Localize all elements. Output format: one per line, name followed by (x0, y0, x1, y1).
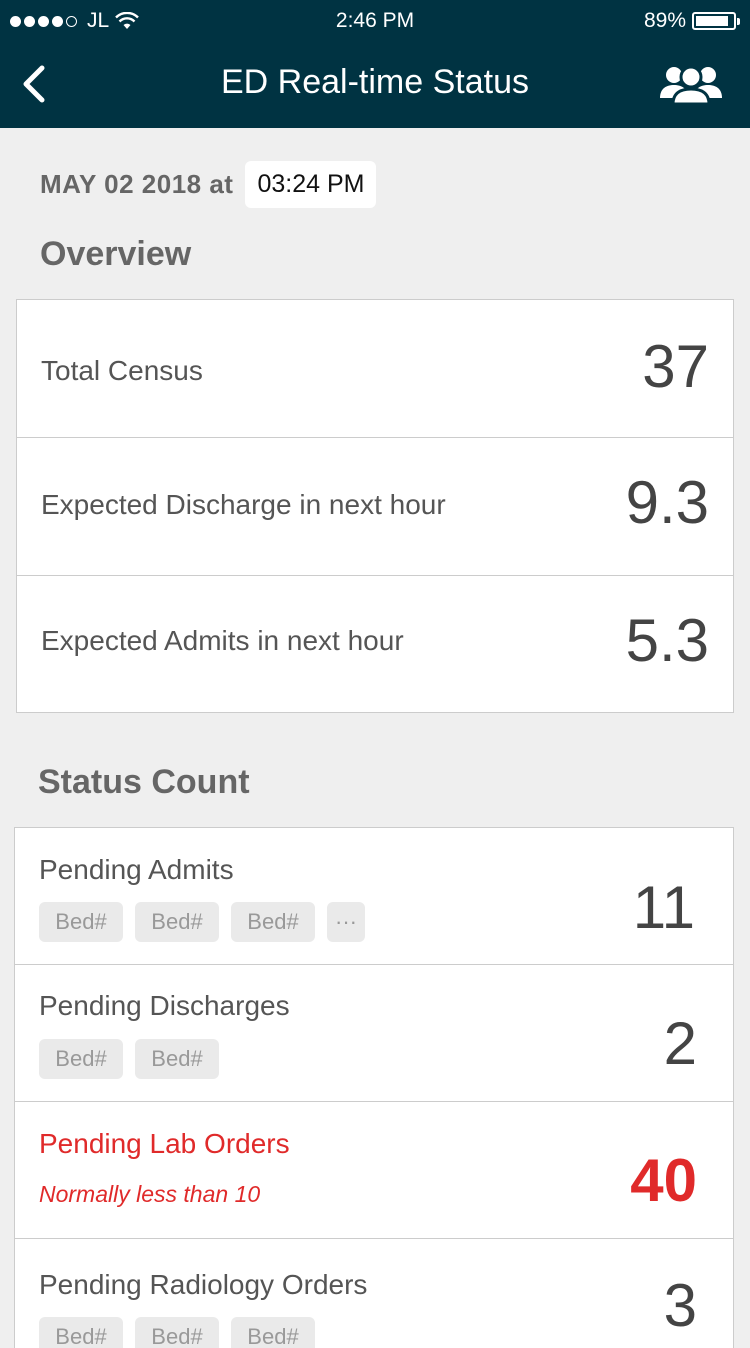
threshold-note: Normally less than 10 (39, 1181, 261, 1207)
bed-chip[interactable]: Bed# (135, 1039, 219, 1079)
row-label: Pending Lab Orders (39, 1128, 290, 1159)
date-label: MAY 02 2018 at (40, 168, 234, 199)
row-value: 9.3 (625, 469, 709, 536)
group-icon[interactable] (658, 58, 724, 110)
row-value: 3 (663, 1272, 697, 1339)
battery-group: 89% (643, 9, 740, 33)
bed-chips: Bed# Bed# Bed# (39, 1317, 315, 1348)
row-value: 37 (642, 333, 709, 400)
row-value: 40 (630, 1147, 697, 1214)
overview-heading: Overview (40, 235, 192, 273)
bed-chip[interactable]: Bed# (231, 902, 315, 942)
row-label: Expected Discharge in next hour (41, 489, 446, 520)
overview-row-expected-admits[interactable]: Expected Admits in next hour 5.3 (17, 576, 733, 714)
row-value: 11 (632, 874, 695, 941)
date-selector: MAY 02 2018 at 03:24 PM (40, 160, 377, 208)
bed-chip[interactable]: Bed# (135, 1317, 219, 1348)
time-picker[interactable]: 03:24 PM (245, 160, 377, 208)
row-label: Total Census (41, 355, 203, 386)
row-label: Expected Admits in next hour (41, 625, 404, 656)
bed-chip[interactable]: Bed# (39, 1317, 123, 1348)
more-chip[interactable]: ··· (327, 902, 365, 942)
status-row-pending-admits[interactable]: Pending Admits Bed# Bed# Bed# ··· 11 (15, 828, 733, 965)
row-label: Pending Radiology Orders (39, 1269, 368, 1300)
status-row-pending-discharges[interactable]: Pending Discharges Bed# Bed# 2 (15, 965, 733, 1102)
row-value: 5.3 (625, 607, 709, 674)
status-count-card: Pending Admits Bed# Bed# Bed# ··· 11 Pen… (14, 827, 734, 1348)
overview-card: Total Census 37 Expected Discharge in ne… (16, 299, 734, 713)
bed-chip[interactable]: Bed# (231, 1317, 315, 1348)
status-row-pending-radiology-orders[interactable]: Pending Radiology Orders Bed# Bed# Bed# … (15, 1239, 733, 1348)
battery-percent: 89% (643, 9, 686, 32)
status-count-heading: Status Count (38, 763, 250, 801)
nav-bar: ED Real-time Status (0, 40, 750, 128)
row-label: Pending Discharges (39, 990, 290, 1021)
battery-icon (692, 12, 740, 30)
bed-chips: Bed# Bed# Bed# ··· (39, 902, 365, 942)
status-bar: JL 2:46 PM 89% (0, 0, 750, 40)
clock: 2:46 PM (335, 9, 415, 32)
bed-chip[interactable]: Bed# (135, 902, 219, 942)
battery-fill (696, 16, 729, 26)
row-label: Pending Admits (39, 854, 234, 885)
overview-row-total-census[interactable]: Total Census 37 (17, 300, 733, 438)
status-row-pending-lab-orders[interactable]: Pending Lab Orders Normally less than 10… (15, 1102, 733, 1239)
page-title: ED Real-time Status (221, 63, 529, 101)
bed-chip[interactable]: Bed# (39, 902, 123, 942)
row-value: 2 (663, 1010, 697, 1077)
overview-row-expected-discharge[interactable]: Expected Discharge in next hour 9.3 (17, 438, 733, 576)
bed-chip[interactable]: Bed# (39, 1039, 123, 1079)
bed-chips: Bed# Bed# (39, 1039, 219, 1079)
